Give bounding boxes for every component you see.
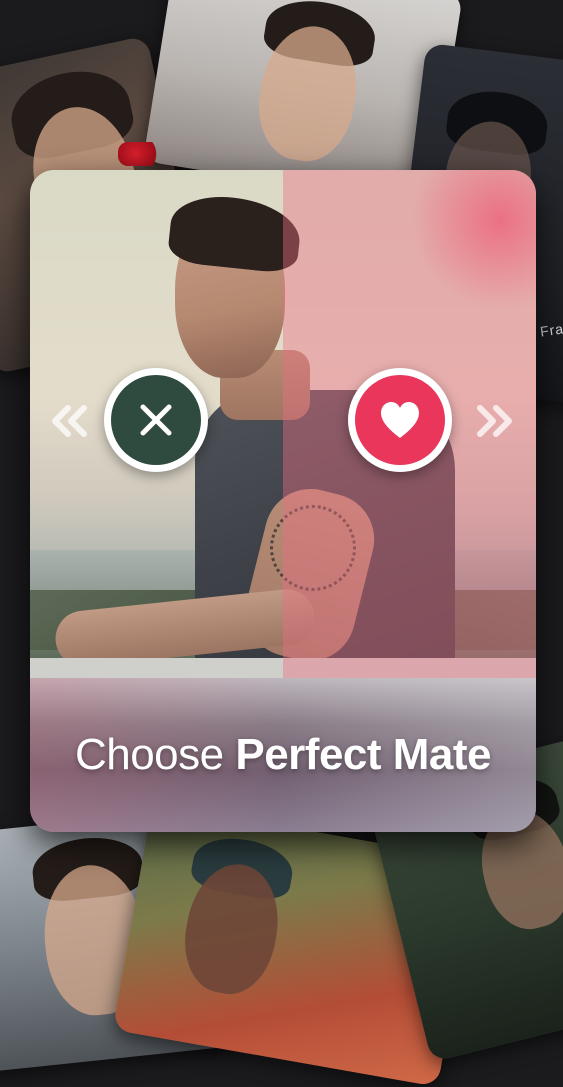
heart-icon bbox=[381, 402, 419, 438]
tagline-light: Choose bbox=[74, 730, 224, 779]
close-icon bbox=[140, 404, 172, 436]
tagline-bold: Perfect Mate bbox=[235, 730, 492, 779]
double-chevron-right-icon bbox=[477, 405, 512, 437]
roses-decoration bbox=[118, 142, 162, 166]
double-chevron-left-icon bbox=[52, 405, 87, 437]
profile-card[interactable]: Choose Perfect Mate bbox=[30, 170, 536, 832]
background-text-fragment: Fra bbox=[539, 320, 563, 340]
tagline: Choose Perfect Mate bbox=[30, 730, 536, 780]
like-button[interactable] bbox=[348, 368, 452, 472]
reject-button[interactable] bbox=[104, 368, 208, 472]
